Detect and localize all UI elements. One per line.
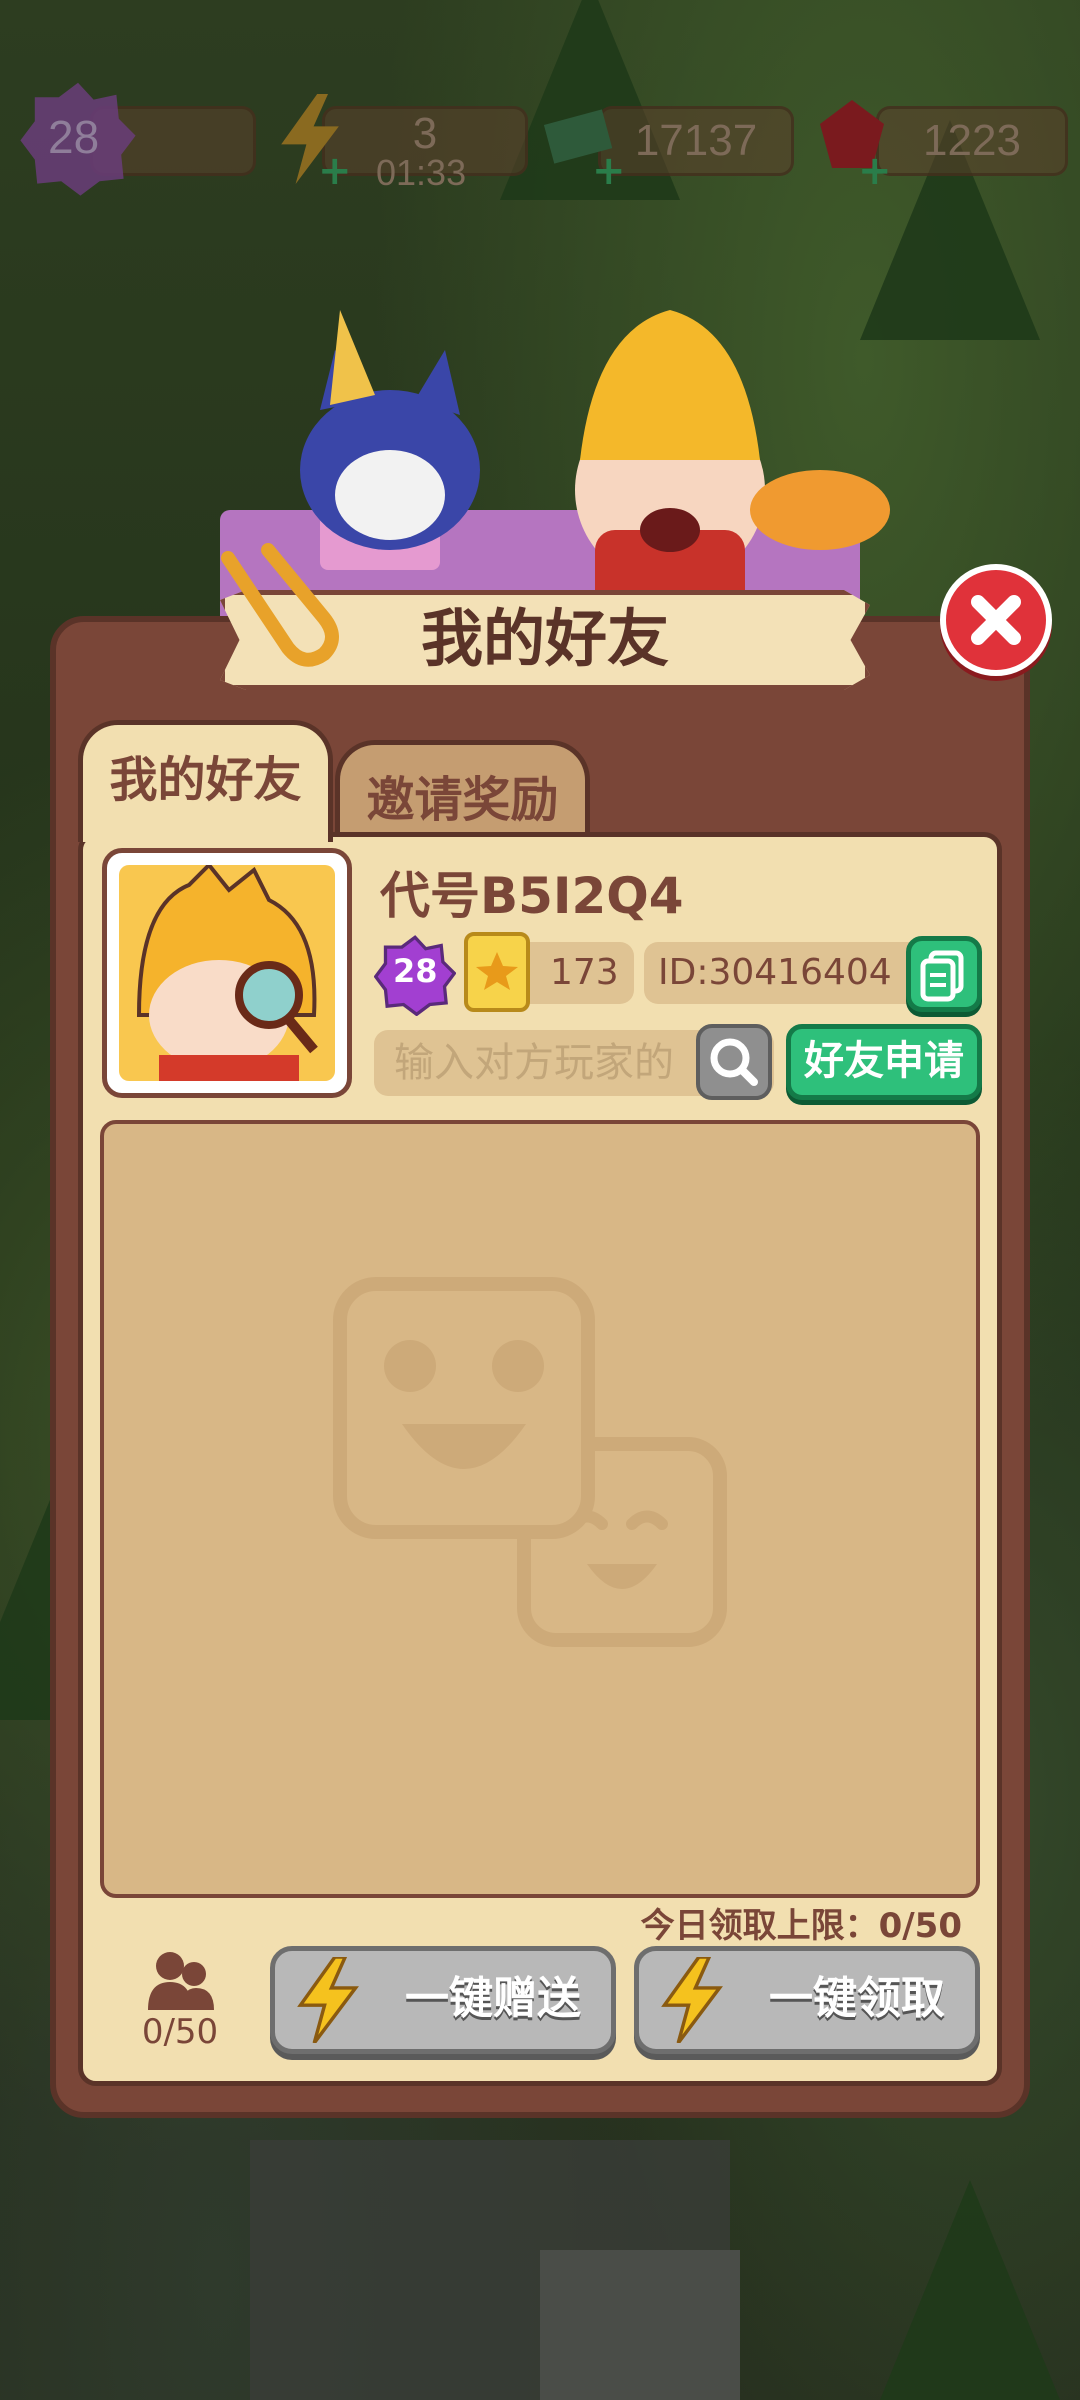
lightning-icon — [661, 1957, 723, 2043]
tab-my-friends[interactable]: 我的好友 — [78, 720, 333, 842]
cash-value: 17137 — [634, 116, 758, 165]
cash-bar[interactable]: 17137 — [598, 106, 794, 176]
gem-value: 1223 — [923, 116, 1021, 165]
detective-avatar-icon — [136, 865, 318, 1081]
daily-claim-limit: 今日领取上限：0/50 — [640, 1906, 962, 1946]
friend-list-empty[interactable] — [100, 1120, 980, 1898]
tab-label: 我的好友 — [109, 752, 302, 808]
level-value: 28 — [48, 111, 100, 163]
player-level: 28 — [393, 952, 438, 990]
copy-id-button[interactable] — [906, 936, 982, 1012]
close-button[interactable] — [940, 564, 1052, 676]
player-avatar[interactable] — [102, 848, 352, 1098]
close-icon — [971, 595, 1021, 645]
friend-request-button[interactable]: 好友申请 — [786, 1024, 982, 1100]
gift-all-label: 一键赠送 — [405, 1973, 581, 2024]
friend-request-label: 好友申请 — [804, 1038, 964, 1084]
search-icon — [710, 1038, 758, 1086]
energy-timer: 01:33 — [376, 152, 467, 193]
add-cash-icon[interactable]: + — [592, 148, 626, 194]
player-id: ID:30416404 — [658, 952, 892, 993]
search-button[interactable] — [696, 1024, 772, 1100]
gem-bar[interactable]: 1223 — [876, 106, 1068, 176]
empty-faces-icon — [333, 1277, 727, 1647]
background-pillar — [540, 2250, 740, 2400]
avatar-image — [119, 865, 335, 1081]
paperclip-icon — [221, 543, 339, 667]
add-energy-icon[interactable]: + — [318, 148, 352, 194]
lightning-icon — [297, 1957, 359, 2043]
friend-count: 0/50 — [141, 2012, 219, 2052]
gift-all-button[interactable]: 一键赠送 — [270, 1946, 616, 2054]
friends-count-icon — [148, 1952, 214, 2010]
add-gem-icon[interactable]: + — [858, 148, 892, 194]
star-card-icon — [464, 932, 530, 1012]
claim-all-button[interactable]: 一键领取 — [634, 1946, 980, 2054]
player-name: 代号B5I2Q4 — [380, 867, 684, 925]
player-id-box: ID:30416404 — [644, 942, 926, 1004]
tree-decoration — [880, 2180, 1060, 2400]
claim-all-label: 一键领取 — [769, 1973, 945, 2024]
star-count: 173 — [550, 952, 619, 993]
dialog-title-text: 我的好友 — [420, 602, 669, 675]
copy-icon — [920, 950, 964, 1002]
energy-value: 3 — [412, 109, 438, 158]
tab-label: 邀请奖励 — [366, 772, 559, 828]
